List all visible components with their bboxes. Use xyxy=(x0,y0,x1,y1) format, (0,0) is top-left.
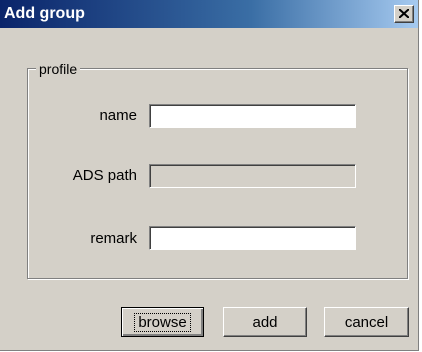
name-label: name xyxy=(99,107,137,124)
close-button[interactable] xyxy=(394,5,414,23)
ads-path-label: ADS path xyxy=(72,167,137,184)
close-icon xyxy=(399,9,409,18)
browse-button-label: browse xyxy=(134,312,191,332)
title-bar[interactable]: Add group xyxy=(0,0,418,28)
add-button[interactable]: add xyxy=(223,307,307,337)
remark-input[interactable] xyxy=(149,226,356,250)
ads-path-input xyxy=(149,164,356,188)
dialog-title: Add group xyxy=(4,5,85,22)
browse-button[interactable]: browse xyxy=(121,307,204,337)
add-group-dialog: Add group profile name ADS path remark b… xyxy=(0,0,419,351)
profile-groupbox-label: profile xyxy=(36,62,81,76)
cancel-button[interactable]: cancel xyxy=(324,307,409,337)
remark-label: remark xyxy=(90,230,137,247)
name-input[interactable] xyxy=(149,104,356,128)
